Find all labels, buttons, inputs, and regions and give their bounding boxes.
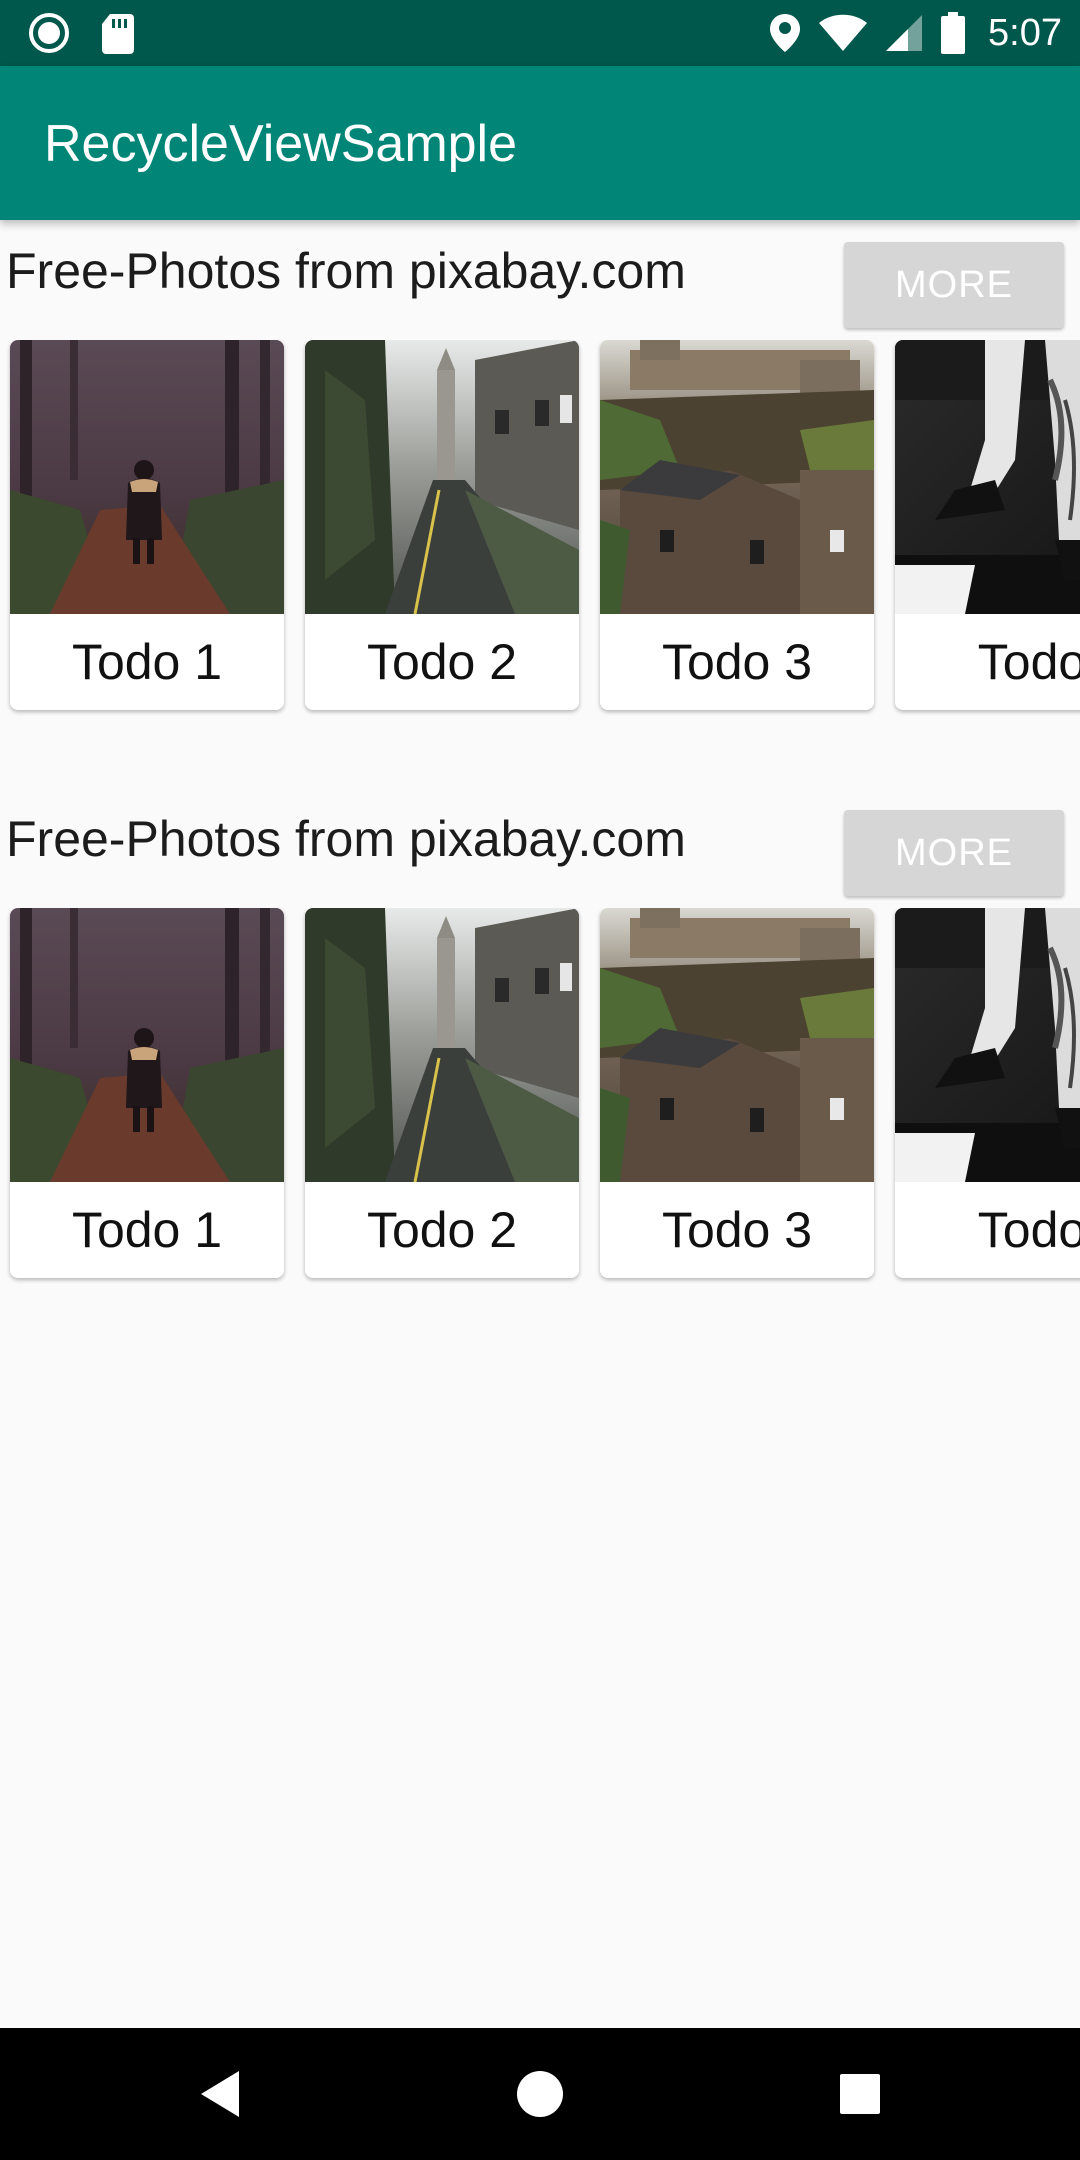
- card-image-street: [305, 340, 579, 614]
- navigation-bar: [0, 2028, 1080, 2160]
- photo-card-3[interactable]: Todo 3: [600, 908, 874, 1278]
- more-button[interactable]: MORE: [844, 242, 1064, 328]
- card-label: Todo 3: [661, 634, 813, 690]
- photo-card-2[interactable]: Todo 2: [305, 908, 579, 1278]
- app-bar: RecycleViewSample: [0, 66, 1080, 220]
- section-title: Free-Photos from pixabay.com: [6, 811, 686, 867]
- recents-icon: [840, 2074, 880, 2114]
- card-image-forest: [10, 340, 284, 614]
- photo-card-1[interactable]: Todo 1: [10, 340, 284, 710]
- photo-card-row[interactable]: Todo 1 Todo 2 Todo 3 Todo: [0, 340, 1080, 720]
- photo-card-row[interactable]: Todo 1 Todo 2 Todo 3 Todo: [0, 908, 1080, 1288]
- card-label: Todo: [977, 1202, 1080, 1258]
- photo-card-3[interactable]: Todo 3: [600, 340, 874, 710]
- section-title: Free-Photos from pixabay.com: [6, 243, 686, 299]
- status-time: 5:07: [988, 11, 1062, 54]
- home-button[interactable]: [498, 2052, 582, 2136]
- app-title: RecycleViewSample: [44, 115, 518, 173]
- card-image-bw: [895, 908, 1080, 1182]
- status-bar: 5:07: [0, 0, 1080, 66]
- notification-ring-icon: [29, 13, 69, 53]
- home-icon: [517, 2071, 563, 2117]
- card-image-castle: [600, 908, 874, 1182]
- more-button[interactable]: MORE: [844, 810, 1064, 896]
- card-image-street: [305, 908, 579, 1182]
- card-label: Todo: [977, 634, 1080, 690]
- card-label: Todo 2: [366, 634, 518, 690]
- card-image-bw: [895, 340, 1080, 614]
- photo-section-1: Free-Photos from pixabay.com MORE Todo 1: [0, 220, 1080, 740]
- card-image-forest: [10, 908, 284, 1182]
- battery-icon: [941, 12, 966, 54]
- recents-button[interactable]: [818, 2052, 902, 2136]
- photo-section-2: Free-Photos from pixabay.com MORE Todo 1: [0, 788, 1080, 1308]
- card-label: Todo 1: [71, 634, 223, 690]
- wifi-icon: [819, 14, 868, 51]
- photo-card-2[interactable]: Todo 2: [305, 340, 579, 710]
- card-label: Todo 3: [661, 1202, 813, 1258]
- back-button[interactable]: [178, 2052, 262, 2136]
- card-label: Todo 2: [366, 1202, 518, 1258]
- signal-icon: [886, 15, 923, 51]
- card-image-castle: [600, 340, 874, 614]
- photo-card-4[interactable]: Todo: [895, 908, 1080, 1278]
- photo-card-1[interactable]: Todo 1: [10, 908, 284, 1278]
- back-icon: [201, 2071, 239, 2117]
- card-label: Todo 1: [71, 1202, 223, 1258]
- location-icon: [770, 14, 801, 52]
- photo-card-4[interactable]: Todo: [895, 340, 1080, 710]
- sd-card-icon: [102, 14, 134, 54]
